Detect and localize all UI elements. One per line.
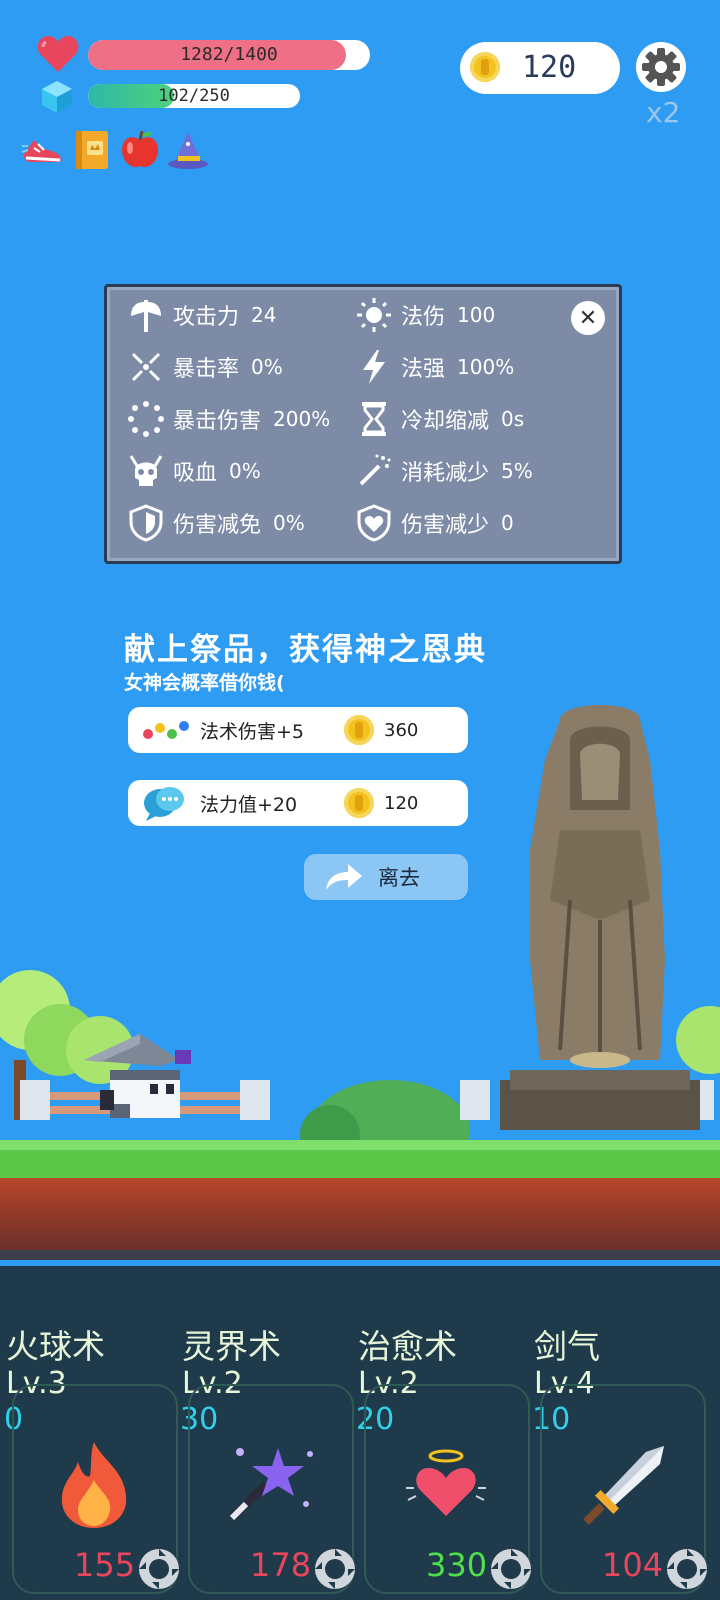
offering-option-spell-damage[interactable]: 法术伤害+5 360 <box>128 707 468 753</box>
mp-bar: 102/250 <box>88 84 300 108</box>
skill-name: 灵界术 <box>182 1327 281 1366</box>
coin-icon <box>344 788 374 818</box>
apple-icon[interactable] <box>118 128 162 172</box>
skill-count: 330 <box>426 1546 488 1584</box>
skill-name: 治愈术 <box>358 1327 457 1366</box>
cooldown-icon <box>139 1549 179 1589</box>
chat-bubble-icon <box>144 787 184 821</box>
stat-damage-immunity: 伤害减免 0% <box>127 503 305 543</box>
stat-lifesteal: 吸血 0% <box>127 451 261 491</box>
hp-text: 1282/1400 <box>180 44 278 65</box>
ground-dirt <box>0 1178 720 1250</box>
fire-icon[interactable] <box>56 1440 132 1528</box>
star-wand-icon[interactable] <box>226 1444 316 1524</box>
stat-crit-damage: 暴击伤害 200% <box>127 399 330 439</box>
axe-icon <box>131 300 161 332</box>
shield-icon <box>129 504 163 542</box>
skill-count: 178 <box>250 1546 312 1584</box>
leave-button[interactable]: 离去 <box>304 854 468 900</box>
sun-icon <box>357 298 391 332</box>
crit-icon <box>131 352 161 382</box>
player-wizard-cat <box>84 1034 191 1118</box>
mana-crystal-icon <box>42 81 72 113</box>
stat-spell-damage: 法伤 100 <box>355 295 495 335</box>
mp-text: 102/250 <box>158 86 230 106</box>
dots-icon <box>143 721 189 739</box>
angel-heart-icon[interactable] <box>404 1448 488 1520</box>
coin-icon <box>344 715 374 745</box>
cooldown-icon <box>491 1549 531 1589</box>
goddess-statue <box>500 705 700 1130</box>
stat-damage-reduction: 伤害减少 0 <box>355 503 514 543</box>
coin-value: 120 <box>522 50 577 85</box>
cooldown-icon <box>315 1549 355 1589</box>
cooldown-icon <box>667 1549 707 1589</box>
stat-crit-rate: 暴击率 0% <box>127 347 283 387</box>
crit-damage-icon <box>128 401 164 437</box>
ground-edge <box>0 1250 720 1260</box>
arrow-right-icon <box>326 864 362 890</box>
shoe-icon[interactable] <box>20 128 64 172</box>
hp-bar: 1282/1400 <box>88 40 370 70</box>
skill-name: 火球术 <box>6 1327 105 1366</box>
heart-shield-icon <box>357 504 391 542</box>
offering-option-mana[interactable]: 法力值+20 120 <box>128 780 468 826</box>
book-icon[interactable] <box>70 128 114 172</box>
skull-icon <box>129 455 163 486</box>
skill-name: 剑气 <box>534 1327 600 1366</box>
skill-count: 104 <box>602 1546 664 1584</box>
heart-icon <box>37 36 79 72</box>
offering-subtitle: 女神会概率借你钱( <box>124 672 285 694</box>
magic-wand-icon <box>359 454 391 486</box>
stat-spell-power: 法强 100% <box>355 347 514 387</box>
offering-title: 献上祭品，获得神之恩典 <box>124 632 487 668</box>
ground-grass-highlight <box>0 1140 720 1150</box>
game-speed-toggle[interactable]: x2 <box>646 96 680 129</box>
stat-cost-reduction: 消耗减少 5% <box>355 451 533 491</box>
coin-icon <box>470 52 500 82</box>
stats-panel: ✕ 攻击力 24 法伤 100 暴击率 0% 法强 100% 暴击伤害 200%… <box>104 284 622 564</box>
hourglass-icon <box>362 402 386 436</box>
coin-counter: 120 <box>460 42 620 94</box>
skill-count: 155 <box>74 1546 136 1584</box>
close-icon[interactable]: ✕ <box>571 301 605 335</box>
wizard-hat-icon[interactable] <box>166 128 210 172</box>
lightning-icon <box>363 350 385 384</box>
settings-gear-icon[interactable] <box>636 42 686 92</box>
sword-icon[interactable] <box>580 1444 668 1528</box>
stat-cooldown: 冷却缩减 0s <box>355 399 524 439</box>
stat-attack: 攻击力 24 <box>127 295 276 335</box>
